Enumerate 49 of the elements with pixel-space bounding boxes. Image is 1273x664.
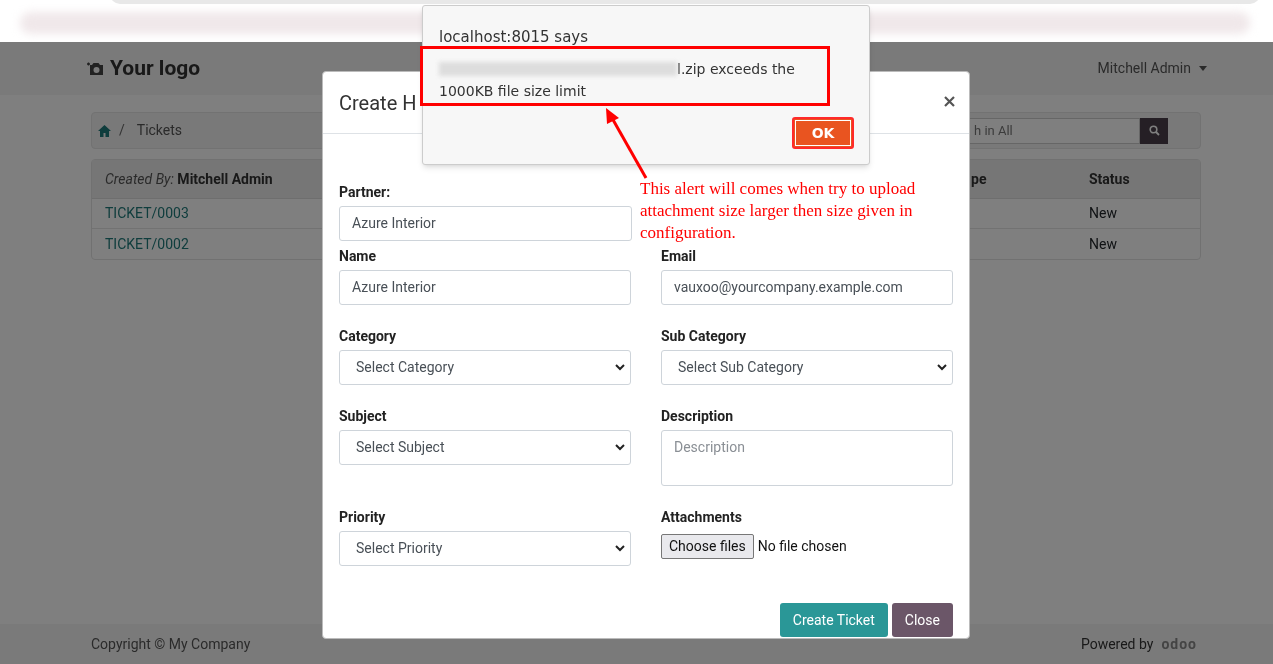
home-icon[interactable] (98, 124, 111, 137)
column-header: pe (971, 169, 988, 189)
alert-message: l.zip exceeds the (677, 60, 795, 79)
field-label: Email (661, 247, 696, 266)
search-button[interactable] (1140, 117, 1168, 144)
breadcrumb-separator: / (119, 121, 125, 140)
search-icon (1148, 125, 1160, 136)
copyright-text: Copyright © My Company (91, 634, 251, 654)
file-status: No file chosen (757, 537, 847, 556)
column-header: Status (1089, 169, 1131, 189)
text-field[interactable]: Azure Interior (339, 206, 632, 241)
chevron-icon (615, 364, 625, 371)
chevron-icon (615, 545, 625, 552)
text-field[interactable]: Azure Interior (339, 270, 631, 305)
ok-button[interactable]: OK (792, 117, 854, 149)
field-label: Partner: (339, 183, 391, 202)
field-label: Name (339, 247, 377, 266)
close-button[interactable]: Close (891, 603, 953, 637)
field-label: Description (661, 407, 734, 426)
powered-by-text: Powered by (1080, 634, 1154, 654)
column-header: Created By: Mitchell Admin (104, 169, 273, 189)
status-cell-text: New (1089, 204, 1118, 223)
caret-icon (1199, 66, 1207, 71)
field-label: Subject (339, 407, 387, 426)
alert-message: 1000KB file size limit (439, 82, 588, 101)
field-label: Sub Category (661, 327, 746, 346)
select-field[interactable]: Select Subject (339, 430, 631, 465)
user-menu[interactable]: Mitchell Admin (1097, 58, 1207, 79)
annotation-text: This alert will comes when try to upload attachment size larger then size given in configuration. (640, 178, 917, 244)
choose-files-button[interactable]: Choose files (661, 534, 754, 559)
modal-title: Create H (339, 89, 417, 117)
create-ticket-button[interactable]: Create Ticket (779, 603, 888, 637)
field-label: Attachments (661, 508, 742, 527)
select-field[interactable]: Select Priority (339, 531, 631, 566)
annotation-arrow (604, 108, 648, 180)
chevron-icon (937, 364, 947, 371)
status-cell-text: New (1089, 234, 1118, 254)
close-icon[interactable] (944, 96, 955, 109)
alert-origin: localhost:8015 says (439, 27, 589, 48)
text-field[interactable]: vauxoo@yourcompany.example.com (661, 270, 953, 305)
select-field[interactable]: Select Sub Category (661, 350, 953, 385)
logo[interactable]: Your logo (110, 52, 201, 85)
description-field[interactable]: Description (661, 430, 953, 486)
camera-icon (87, 61, 104, 76)
field-label: Category (339, 327, 397, 346)
breadcrumb-item: Tickets (136, 121, 183, 140)
select-field[interactable]: Select Category (339, 350, 631, 385)
chevron-icon (615, 444, 625, 451)
field-label: Priority (339, 508, 386, 527)
